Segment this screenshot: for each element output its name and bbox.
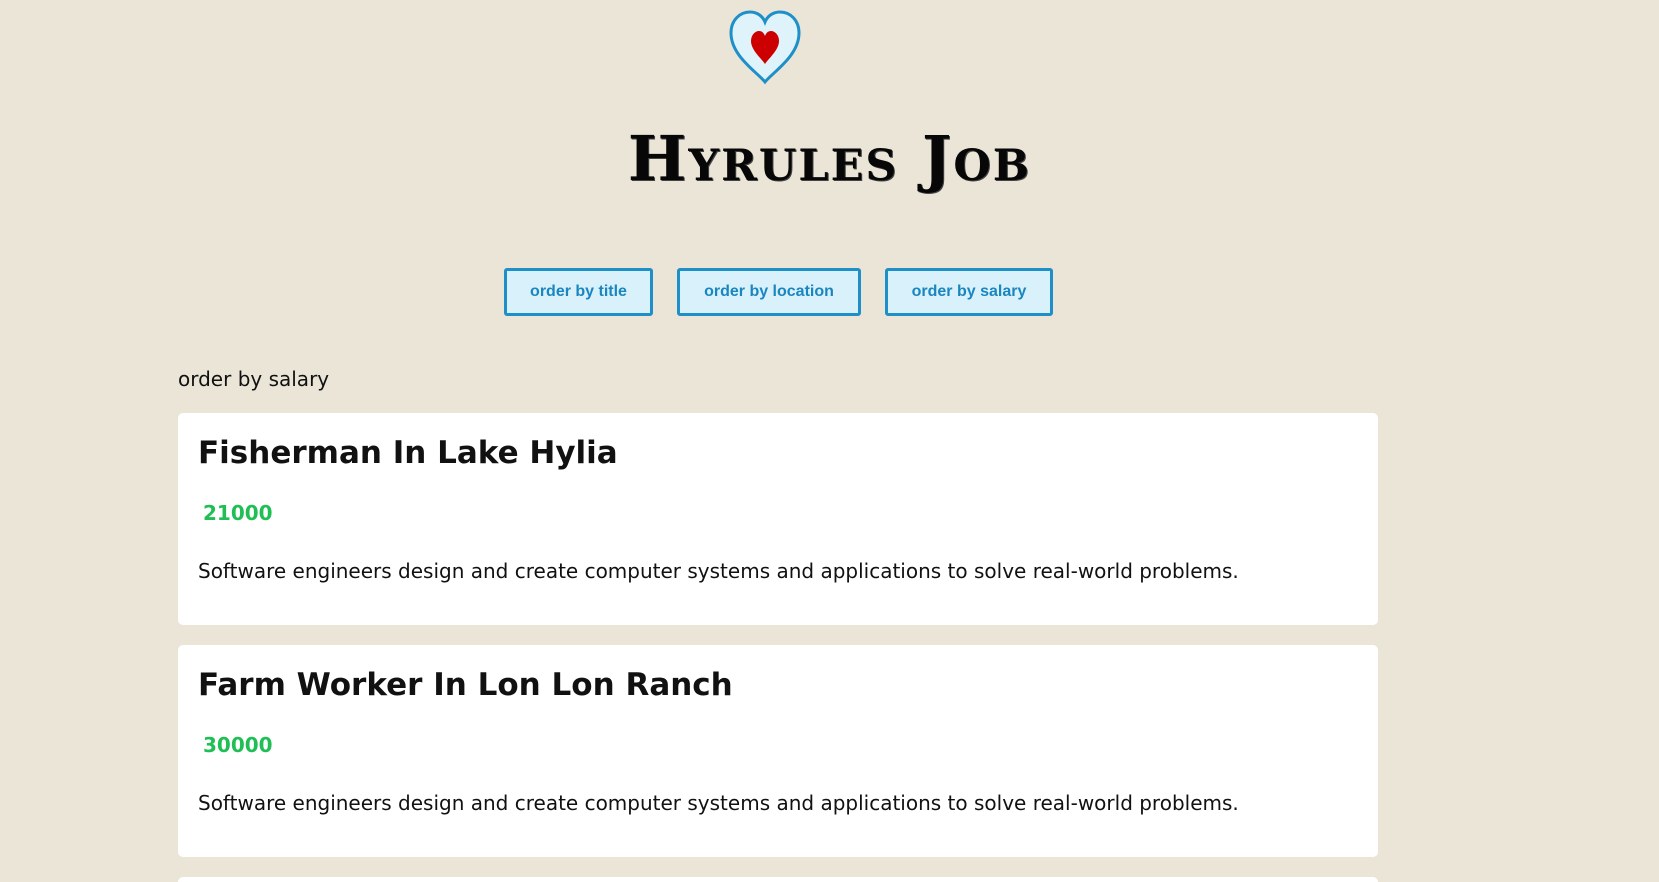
order-by-location-button[interactable]: order by location <box>677 268 861 316</box>
current-order-label: order by salary <box>178 367 330 391</box>
job-card: Farm Worker In Lon Lon Ranch 30000 Softw… <box>178 645 1378 857</box>
job-card: Fisherman In Lake Hylia 21000 Software e… <box>178 413 1378 625</box>
job-salary: 21000 <box>203 501 273 525</box>
page: Hyrules Job order by title order by loca… <box>0 0 1659 882</box>
job-title: Fisherman In Lake Hylia <box>198 435 618 471</box>
job-description: Software engineers design and create com… <box>198 791 1239 815</box>
site-title: Hyrules Job <box>627 122 1032 195</box>
sort-controls: order by title order by location order b… <box>0 268 1659 316</box>
job-description: Software engineers design and create com… <box>198 559 1239 583</box>
order-by-title-button[interactable]: order by title <box>504 268 653 316</box>
job-card-partial <box>178 877 1378 882</box>
job-salary: 30000 <box>203 733 273 757</box>
order-by-salary-button[interactable]: order by salary <box>885 268 1053 316</box>
heart-container-icon <box>729 10 801 85</box>
job-title: Farm Worker In Lon Lon Ranch <box>198 667 733 703</box>
